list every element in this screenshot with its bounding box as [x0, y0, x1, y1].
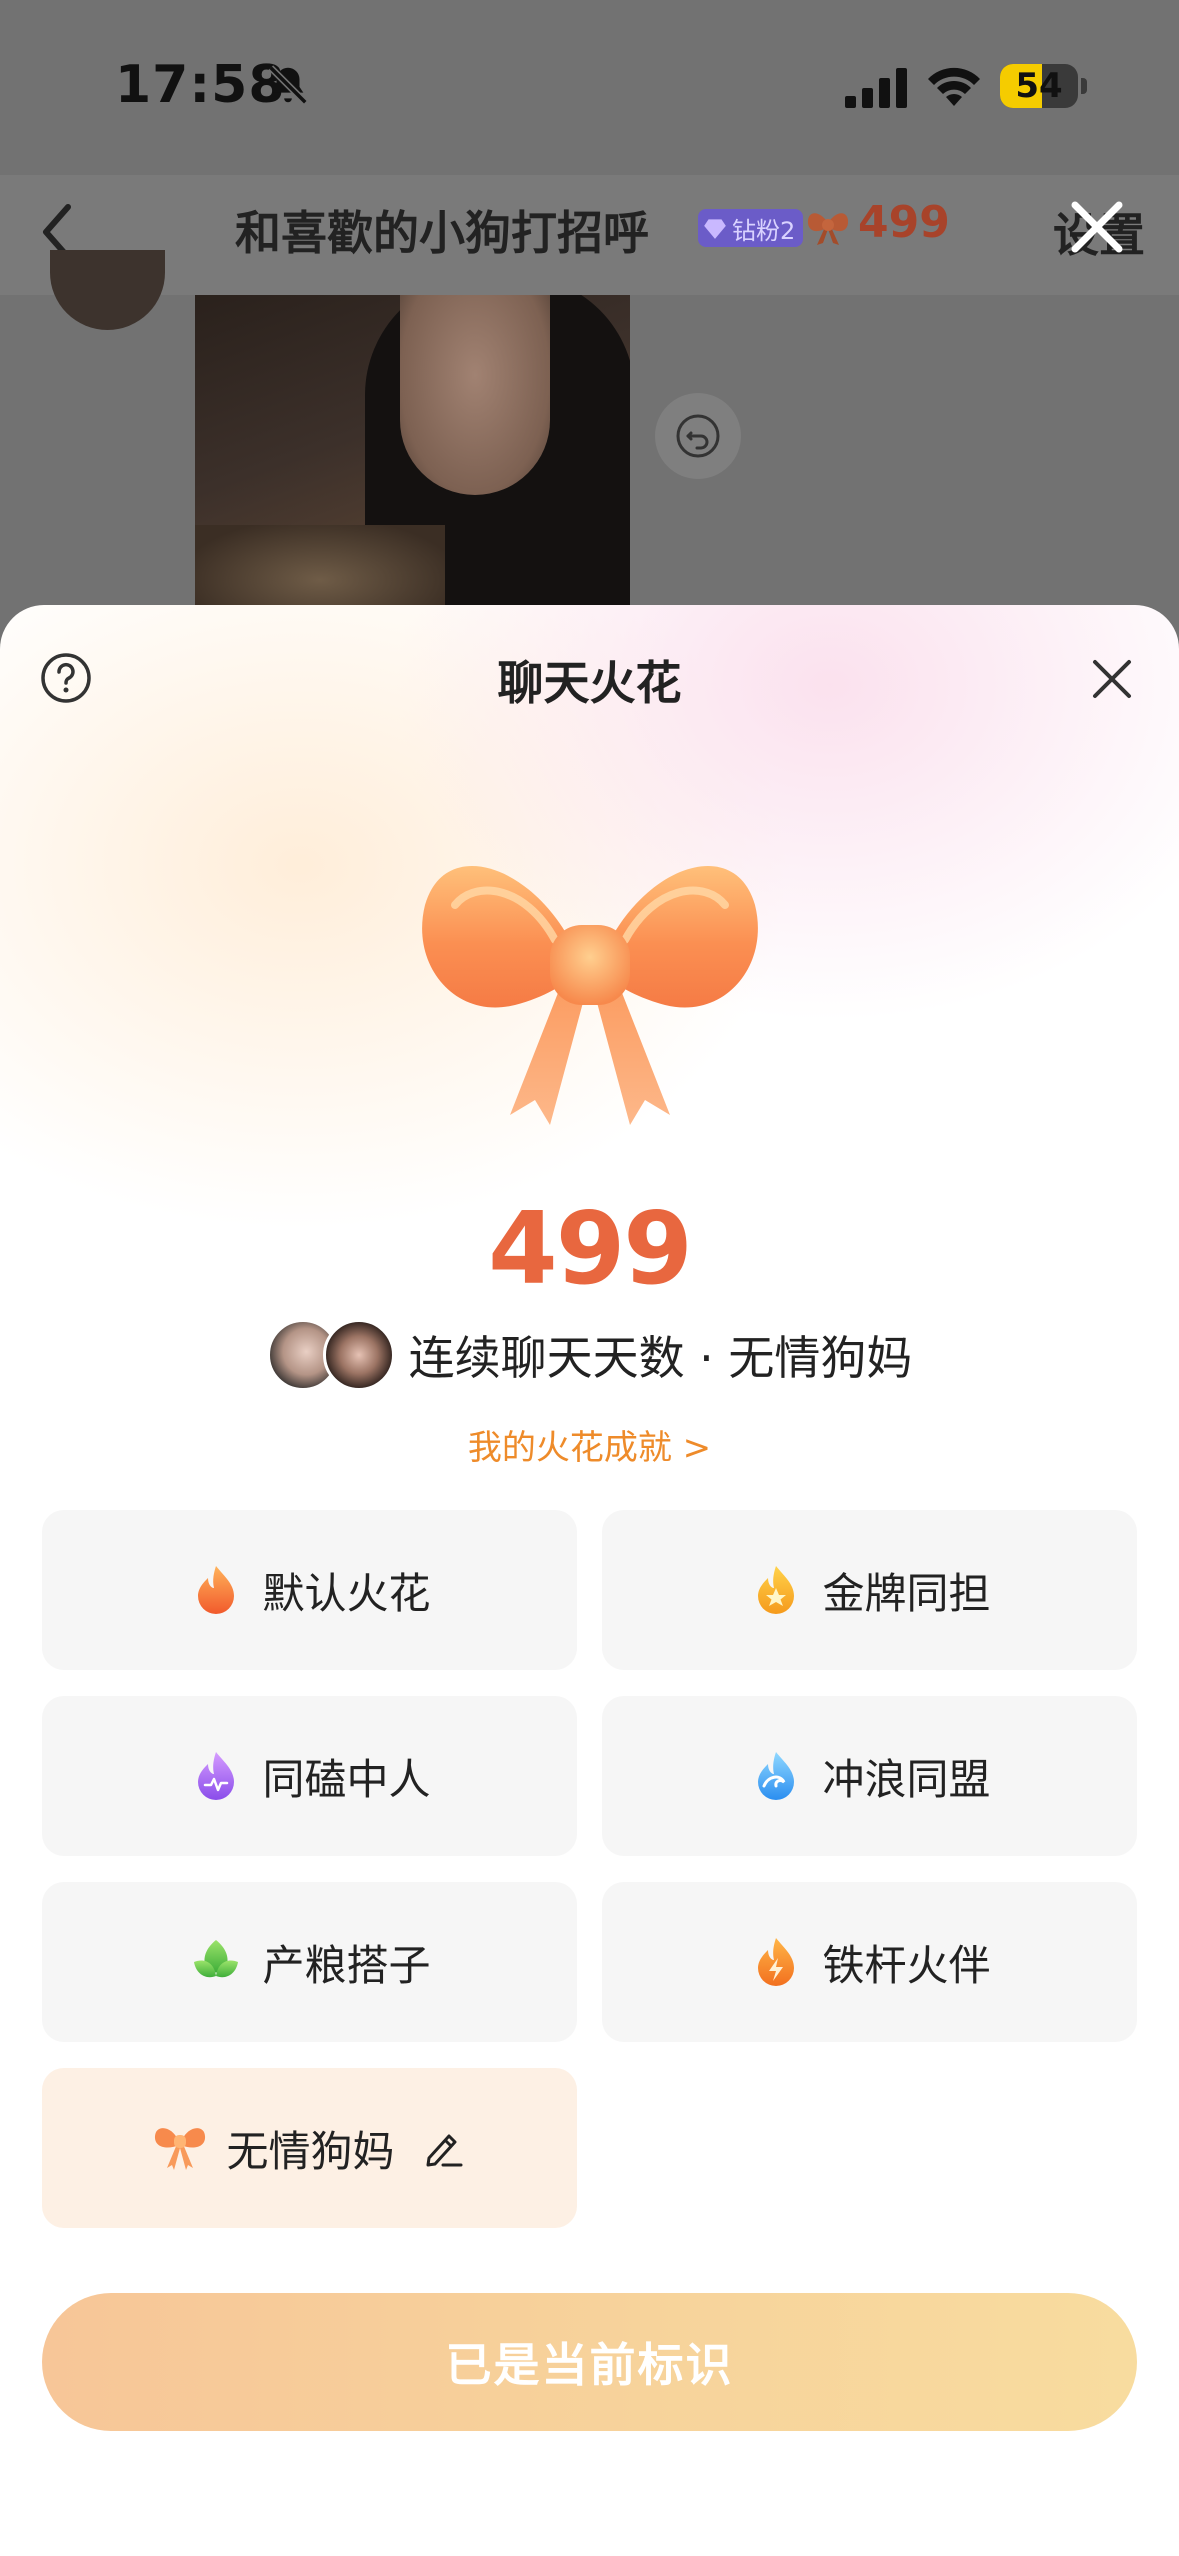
identity-card-surf[interactable]: 冲浪同盟 — [602, 1696, 1137, 1856]
battery-cap — [1081, 78, 1087, 94]
streak-row: 连续聊天天数 · 无情狗妈 — [0, 1315, 1179, 1395]
identity-card-iron[interactable]: 铁杆火伴 — [602, 1882, 1137, 2042]
chat-photo-message[interactable] — [195, 295, 630, 635]
identity-card-default[interactable]: 默认火花 — [42, 1510, 577, 1670]
current-identity-button[interactable]: 已是当前标识 — [42, 2293, 1137, 2431]
recall-button[interactable] — [655, 393, 741, 479]
identity-label: 产粮搭子 — [262, 1940, 431, 1990]
spark-count: 499 — [858, 197, 950, 248]
identity-label: 无情狗妈 — [226, 2126, 395, 2176]
chat-title: 和喜歡的小狗打招呼 — [235, 206, 649, 260]
contact-avatar[interactable] — [50, 250, 165, 330]
confirm-button-label: 已是当前标识 — [445, 2338, 734, 2392]
signal-icon — [845, 68, 907, 108]
pair-avatars — [266, 1319, 395, 1391]
bow-icon — [155, 2128, 206, 2170]
bell-off-icon — [268, 65, 308, 105]
identity-card-selected[interactable]: 无情狗妈 — [42, 2068, 577, 2228]
diamond-icon — [704, 219, 726, 239]
battery-level: 54 — [1015, 66, 1063, 106]
status-time: 17:58 — [115, 55, 286, 115]
nav-bar: 和喜歡的小狗打招呼 钻粉2 499 设置 — [0, 175, 1179, 295]
bow-icon — [422, 866, 758, 1125]
sheet-title: 聊天火花 — [497, 656, 682, 710]
chat-spark-sheet: 聊天火花 499 连续聊天天数 · 无情狗妈 我的火花成就 > 默认火花 金牌同… — [0, 605, 1179, 2556]
streak-count: 499 — [488, 1190, 693, 1307]
close-icon[interactable] — [1090, 657, 1134, 701]
photo-face — [400, 295, 550, 495]
identity-label: 金牌同担 — [822, 1568, 991, 1618]
leaf-green-icon — [194, 1940, 239, 1978]
flame-lightning-icon — [758, 1938, 795, 1986]
identity-label: 冲浪同盟 — [822, 1754, 991, 1804]
identity-card-gold[interactable]: 金牌同担 — [602, 1510, 1137, 1670]
identity-label: 默认火花 — [262, 1568, 431, 1618]
my-spark-achievements-link[interactable]: 我的火花成就 > — [0, 1420, 1179, 1469]
fan-badge-text: 钻粉2 — [732, 216, 796, 245]
edit-pencil-icon[interactable] — [419, 2124, 467, 2172]
identity-card-leaf[interactable]: 产粮搭子 — [42, 1882, 577, 2042]
identity-label: 铁杆火伴 — [822, 1940, 991, 1990]
undo-icon — [676, 414, 720, 458]
status-bar: 17:58 54 — [0, 0, 1179, 175]
battery-icon: 54 — [1000, 64, 1078, 108]
flame-gold-star-icon — [758, 1566, 795, 1614]
streak-label: 连续聊天天数 · 无情狗妈 — [408, 1331, 913, 1385]
wifi-icon — [928, 67, 980, 106]
close-x-icon[interactable] — [1065, 195, 1129, 259]
flame-orange-icon — [198, 1566, 235, 1614]
flame-blue-wave-icon — [758, 1752, 795, 1800]
identity-card-purple[interactable]: 同磕中人 — [42, 1696, 577, 1856]
avatar — [322, 1319, 395, 1391]
chat-screen-background: 17:58 54 和喜歡的小狗打招呼 钻粉2 499 设置 — [0, 0, 1179, 640]
bow-icon — [807, 213, 849, 245]
identity-label: 同磕中人 — [262, 1754, 431, 1804]
fan-level-badge: 钻粉2 — [698, 209, 804, 247]
flame-purple-icon — [198, 1752, 235, 1800]
